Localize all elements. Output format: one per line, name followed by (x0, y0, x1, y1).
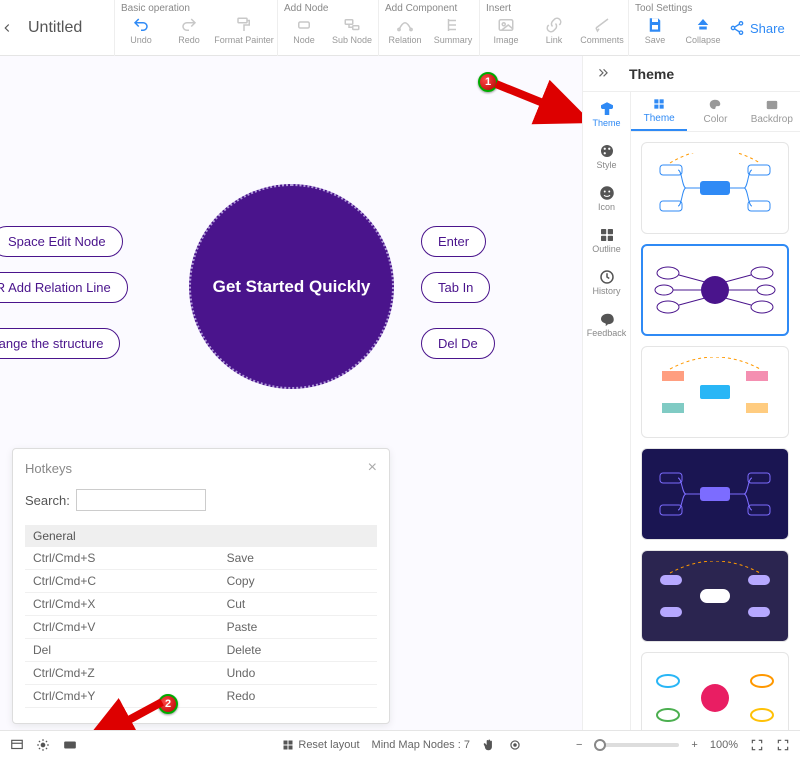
node-left-0[interactable]: Space Edit Node (0, 226, 123, 257)
theme-list[interactable] (631, 132, 800, 758)
subnode-button[interactable]: Sub Node (332, 16, 372, 45)
tb-insert: Insert Image Link Comments (479, 0, 628, 56)
center-node[interactable]: Get Started Quickly (189, 184, 394, 389)
callout-2: 2 (158, 694, 178, 714)
hotkeys-search-input[interactable] (76, 489, 206, 511)
zoom-slider[interactable] (594, 743, 679, 747)
theme-thumb-2[interactable] (641, 244, 789, 336)
link-button[interactable]: Link (534, 16, 574, 45)
relation-button[interactable]: Relation (385, 16, 425, 45)
sb-keyboard-icon[interactable] (62, 738, 78, 752)
node-right-0[interactable]: Enter (421, 226, 486, 257)
node-button[interactable]: Node (284, 16, 324, 45)
redo-button[interactable]: Redo (169, 16, 209, 45)
hotkey-row: Ctrl/Cmd+CCopy (25, 570, 377, 593)
hotkeys-panel: Hotkeys × Search: General Ctrl/Cmd+SSave… (12, 448, 390, 724)
vside-style[interactable]: Style (585, 142, 629, 170)
tab-color[interactable]: Color (687, 92, 743, 131)
collapse-button[interactable]: Collapse (683, 16, 723, 45)
summary-button[interactable]: Summary (433, 16, 473, 45)
vside-feedback[interactable]: Feedback (585, 310, 629, 338)
theme-tabs: Theme Color Backdrop (631, 92, 800, 132)
tb-addnode: Add Node Node Sub Node (277, 0, 378, 56)
hotkeys-group: General (25, 525, 377, 547)
panel-collapse-button[interactable] (583, 67, 623, 81)
zoom-out[interactable]: − (576, 739, 582, 751)
vside-history[interactable]: History (585, 268, 629, 296)
node-right-1[interactable]: Tab In (421, 272, 490, 303)
theme-thumb-1[interactable] (641, 142, 789, 234)
tab-backdrop[interactable]: Backdrop (744, 92, 800, 131)
topbar: Untitled Basic operation Undo Redo Forma… (0, 0, 800, 56)
hotkey-row: Ctrl/Cmd+ZUndo (25, 662, 377, 685)
hotkey-row: Ctrl/Cmd+SSave (25, 547, 377, 570)
back-button[interactable] (0, 0, 14, 56)
tab-theme[interactable]: Theme (631, 92, 687, 131)
panel-title: Theme (629, 66, 674, 82)
hotkey-row: Ctrl/Cmd+YRedo (25, 685, 377, 708)
format-painter-button[interactable]: Format Painter (217, 16, 271, 45)
share-button[interactable]: Share (729, 20, 785, 36)
sb-hand-icon[interactable] (482, 738, 496, 752)
right-panel: Theme Theme Style Icon Outline History F… (582, 56, 800, 758)
hotkey-row: DelDelete (25, 639, 377, 662)
statusbar: Reset layout Mind Map Nodes : 7 − + 100% (0, 730, 800, 758)
callout-1: 1 (478, 72, 498, 92)
comments-button[interactable]: Comments (582, 16, 622, 45)
zoom-in[interactable]: + (691, 739, 697, 751)
tb-basic: Basic operation Undo Redo Format Painter (114, 0, 277, 56)
image-button[interactable]: Image (486, 16, 526, 45)
vside: Theme Style Icon Outline History Feedbac… (583, 92, 631, 758)
zoom-level: 100% (710, 739, 738, 751)
hotkeys-table: Ctrl/Cmd+SSaveCtrl/Cmd+CCopyCtrl/Cmd+XCu… (25, 547, 377, 708)
tb-tools: Tool Settings Save Collapse (628, 0, 729, 56)
hotkeys-close[interactable]: × (368, 459, 377, 477)
sb-target-icon[interactable] (508, 738, 522, 752)
vside-icon[interactable]: Icon (585, 184, 629, 212)
sb-fit-icon[interactable] (750, 738, 764, 752)
theme-thumb-4[interactable] (641, 448, 789, 540)
vside-outline[interactable]: Outline (585, 226, 629, 254)
sb-reset-layout[interactable]: Reset layout (282, 739, 359, 751)
theme-thumb-3[interactable] (641, 346, 789, 438)
hotkey-row: Ctrl/Cmd+XCut (25, 593, 377, 616)
theme-thumb-5[interactable] (641, 550, 789, 642)
hotkeys-title: Hotkeys (25, 461, 72, 476)
doc-title[interactable]: Untitled (14, 0, 114, 56)
node-right-2[interactable]: Del De (421, 328, 495, 359)
hotkey-row: Ctrl/Cmd+VPaste (25, 616, 377, 639)
sb-fullscreen-icon[interactable] (776, 738, 790, 752)
sb-brightness-icon[interactable] (36, 738, 50, 752)
vside-theme[interactable]: Theme (585, 100, 629, 128)
tb-addcomp: Add Component Relation Summary (378, 0, 479, 56)
save-button[interactable]: Save (635, 16, 675, 45)
node-left-2[interactable]: Ctrl+L Rearrange the structure (0, 328, 120, 359)
undo-button[interactable]: Undo (121, 16, 161, 45)
sb-layout-icon[interactable] (10, 738, 24, 752)
node-left-1[interactable]: Ctrl+R Add Relation Line (0, 272, 128, 303)
